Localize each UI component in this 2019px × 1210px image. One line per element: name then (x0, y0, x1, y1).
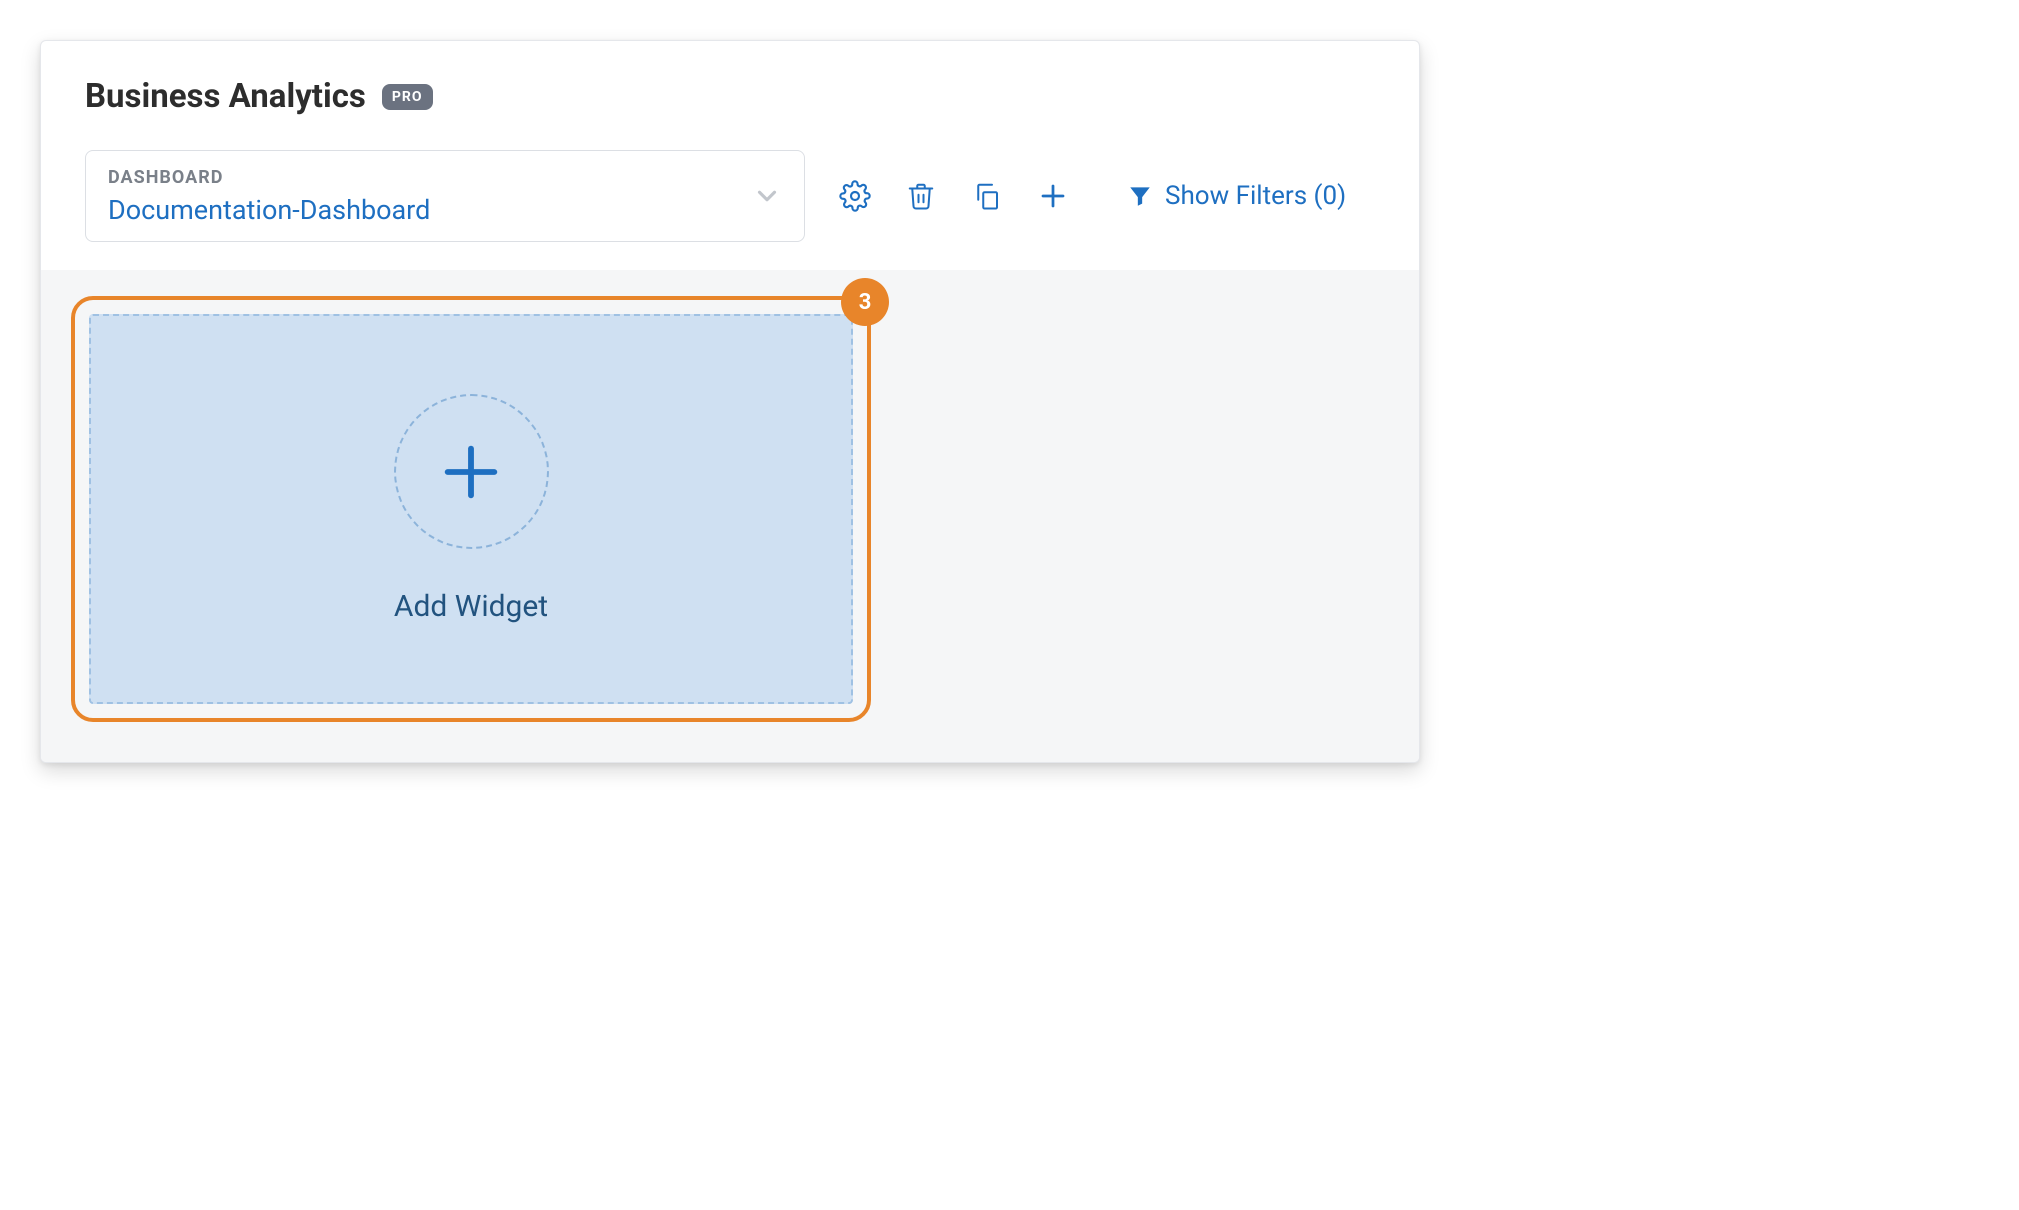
title-row: Business Analytics PRO (85, 77, 1375, 116)
plus-icon[interactable] (1033, 176, 1073, 216)
panel-body: 3 Add Widget (41, 270, 1419, 762)
dashboard-select-kicker: DASHBOARD (108, 167, 430, 188)
tour-step-badge: 3 (841, 278, 889, 326)
copy-icon[interactable] (967, 176, 1007, 216)
trash-icon[interactable] (901, 176, 941, 216)
page-title: Business Analytics (85, 77, 366, 116)
gear-icon[interactable] (835, 176, 875, 216)
show-filters-label: Show Filters (0) (1165, 181, 1346, 211)
pro-badge: PRO (382, 84, 433, 110)
tour-highlight: 3 Add Widget (71, 296, 871, 722)
dashboard-select-value: Documentation-Dashboard (108, 194, 430, 226)
chevron-down-icon (752, 181, 782, 211)
toolbar: DASHBOARD Documentation-Dashboard (85, 150, 1375, 242)
analytics-panel: Business Analytics PRO DASHBOARD Documen… (40, 40, 1420, 763)
show-filters-button[interactable]: Show Filters (0) (1127, 181, 1346, 211)
add-widget-card[interactable]: Add Widget (89, 314, 853, 704)
panel-header: Business Analytics PRO DASHBOARD Documen… (41, 41, 1419, 270)
toolbar-icons (823, 176, 1073, 216)
dashboard-select[interactable]: DASHBOARD Documentation-Dashboard (85, 150, 805, 242)
filter-icon (1127, 183, 1153, 209)
add-widget-plus-circle (394, 394, 549, 549)
add-widget-label: Add Widget (394, 589, 548, 624)
